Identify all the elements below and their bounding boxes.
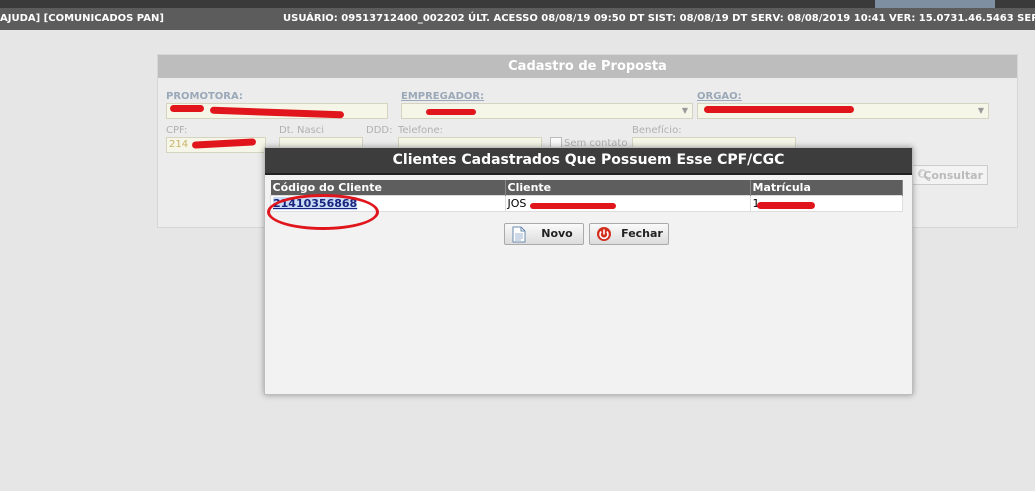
redaction-mark (426, 109, 476, 115)
empregador-label[interactable]: EMPREGADOR: (401, 91, 484, 102)
promotora-label: PROMOTORA: (166, 91, 243, 102)
telefone-label: Telefone: (398, 125, 443, 136)
novo-label: Novo (541, 227, 573, 240)
status-bar: AJUDA] [COMUNICADOS PAN] USUÁRIO: 095137… (0, 8, 1035, 30)
ddd-label: DDD: (366, 125, 393, 136)
column-header-matricula: Matrícula (750, 180, 903, 196)
chevron-down-icon: ▼ (681, 106, 688, 115)
consultar-label: Consultar (923, 169, 983, 182)
table-header-row: Código do Cliente Cliente Matrícula (270, 180, 903, 196)
redaction-mark (170, 105, 204, 112)
orgao-label[interactable]: ORGAO: (697, 91, 742, 102)
annotation-circle (267, 194, 379, 230)
column-header-cliente: Cliente (505, 180, 751, 196)
consultar-button[interactable]: 🔍︎ Consultar (912, 165, 988, 185)
fechar-button[interactable]: Fechar (589, 223, 669, 245)
beneficio-label: Benefício: (632, 125, 682, 136)
top-strip-accent (875, 0, 995, 8)
status-bar-menu[interactable]: AJUDA] [COMUNICADOS PAN] (0, 8, 164, 30)
redaction-mark (530, 203, 616, 209)
redaction-mark (757, 202, 815, 209)
cpf-label: CPF: (166, 125, 188, 136)
dialog-title: Clientes Cadastrados Que Possuem Esse CP… (265, 148, 912, 175)
column-header-codigo: Código do Cliente (270, 180, 506, 196)
status-bar-info: USUÁRIO: 09513712400_002202 ÚLT. ACESSO … (283, 13, 1035, 24)
form-title: Cadastro de Proposta (158, 55, 1017, 78)
novo-button[interactable]: Novo (504, 223, 584, 245)
fechar-label: Fechar (621, 227, 663, 240)
clients-dialog: Clientes Cadastrados Que Possuem Esse CP… (264, 147, 913, 395)
top-strip (0, 0, 1035, 8)
dt-nasc-label: Dt. Nasci (279, 125, 325, 136)
search-icon: 🔍︎ (917, 169, 931, 182)
document-icon (512, 226, 526, 243)
redaction-mark (704, 106, 854, 113)
chevron-down-icon: ▼ (977, 106, 984, 115)
power-icon (597, 227, 611, 241)
